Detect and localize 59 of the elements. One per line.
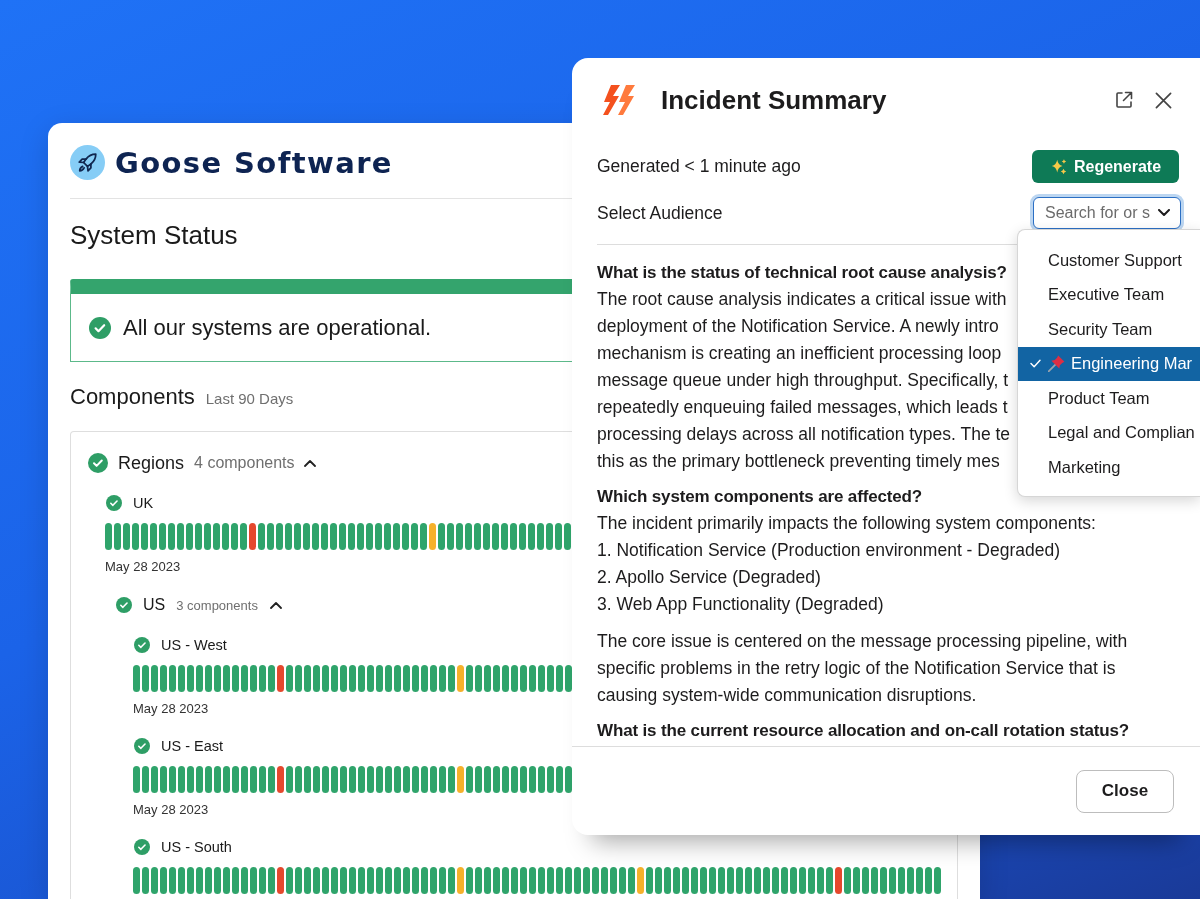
date-label: May 28 2023: [133, 700, 209, 718]
audience-option[interactable]: Security Team: [1018, 312, 1200, 347]
chevron-up-icon[interactable]: [303, 459, 316, 467]
logo-icon: [602, 84, 636, 116]
component-name: US - South: [161, 839, 232, 855]
summary-text-line: The incident primarily impacts the following system components:: [597, 512, 1096, 535]
check-icon: [1030, 359, 1041, 369]
audience-option[interactable]: Marketing: [1018, 450, 1200, 485]
generated-time-label: Generated < 1 minute ago: [597, 156, 801, 177]
check-circle-icon: [134, 637, 150, 653]
status-message: All our systems are operational.: [123, 314, 432, 341]
external-link-icon[interactable]: [1115, 91, 1133, 109]
audience-option[interactable]: Legal and Complian: [1018, 415, 1200, 450]
page-title: System Status: [70, 219, 238, 251]
component-name: US - West: [161, 637, 227, 653]
group-name: Regions: [118, 452, 185, 474]
audience-option[interactable]: Executive Team: [1018, 277, 1200, 312]
audience-option[interactable]: Engineering Mar: [1018, 346, 1200, 381]
summary-text-line: deployment of the Notification Service. A newly intro: [597, 315, 999, 338]
summary-text-line: 3. Web App Functionality (Degraded): [597, 593, 884, 616]
audience-label: Select Audience: [597, 202, 723, 224]
component-count: 3 components: [176, 597, 258, 613]
check-circle-icon: [134, 738, 150, 754]
close-button[interactable]: Close: [1076, 769, 1174, 813]
summary-text-line: repeatedly enqueuing failed messages, which leads t: [597, 396, 1008, 419]
check-circle-icon: [106, 495, 122, 511]
audience-option[interactable]: Product Team: [1018, 381, 1200, 416]
summary-text-line: 1. Notification Service (Production environment - Degraded): [597, 539, 1060, 562]
rocket-icon: [70, 145, 105, 180]
regenerate-button[interactable]: Regenerate: [1032, 150, 1179, 183]
component-name: US - East: [161, 738, 224, 754]
group-name: US: [143, 596, 166, 614]
summary-text-line: this as the primary bottleneck preventing timely mes: [597, 450, 1000, 473]
chevron-up-icon[interactable]: [269, 601, 282, 609]
check-circle-icon: [88, 453, 108, 473]
component-count: 4 components: [194, 454, 295, 472]
summary-question: Which system components are affected?: [597, 486, 923, 508]
date-label: May 28 2023: [133, 801, 209, 819]
check-circle-icon: [89, 316, 111, 339]
summary-text-line: message queue under high throughput. Specifically, t: [597, 369, 1009, 392]
summary-text-line: 2. Apollo Service (Degraded): [597, 566, 821, 589]
check-circle-icon: [116, 597, 132, 613]
summary-paragraph: The core issue is centered on the message processing pipeline, with specific problems in the retry logic of the Notification Service that is causing system-wide communication disruptions.: [597, 630, 1129, 707]
summary-text-line: processing delays across all notification types. The te: [597, 423, 1011, 446]
chevron-down-icon: [1158, 209, 1170, 217]
audience-select[interactable]: Search for or s: [1033, 197, 1181, 229]
brand-name: Goose Software: [115, 145, 393, 180]
audience-option[interactable]: Customer Support: [1018, 243, 1200, 278]
check-circle-icon: [134, 839, 150, 855]
summary-text-line: mechanism is creating an inefficient processing loop: [597, 342, 1002, 365]
time-range-label: Last 90 Days: [205, 390, 294, 407]
dialog-title: Incident Summary: [661, 84, 887, 116]
summary-question: What is the current resource allocation and on-call rotation status?: [597, 720, 1129, 742]
summary-question: What is the status of technical root cause analysis?: [597, 262, 1007, 284]
summary-text-line: The root cause analysis indicates a critical issue with: [597, 288, 1007, 311]
section-title: Components: [70, 384, 195, 410]
component-name: UK: [133, 495, 154, 511]
date-label: May 28 2023: [105, 558, 181, 576]
close-icon[interactable]: [1155, 91, 1172, 109]
